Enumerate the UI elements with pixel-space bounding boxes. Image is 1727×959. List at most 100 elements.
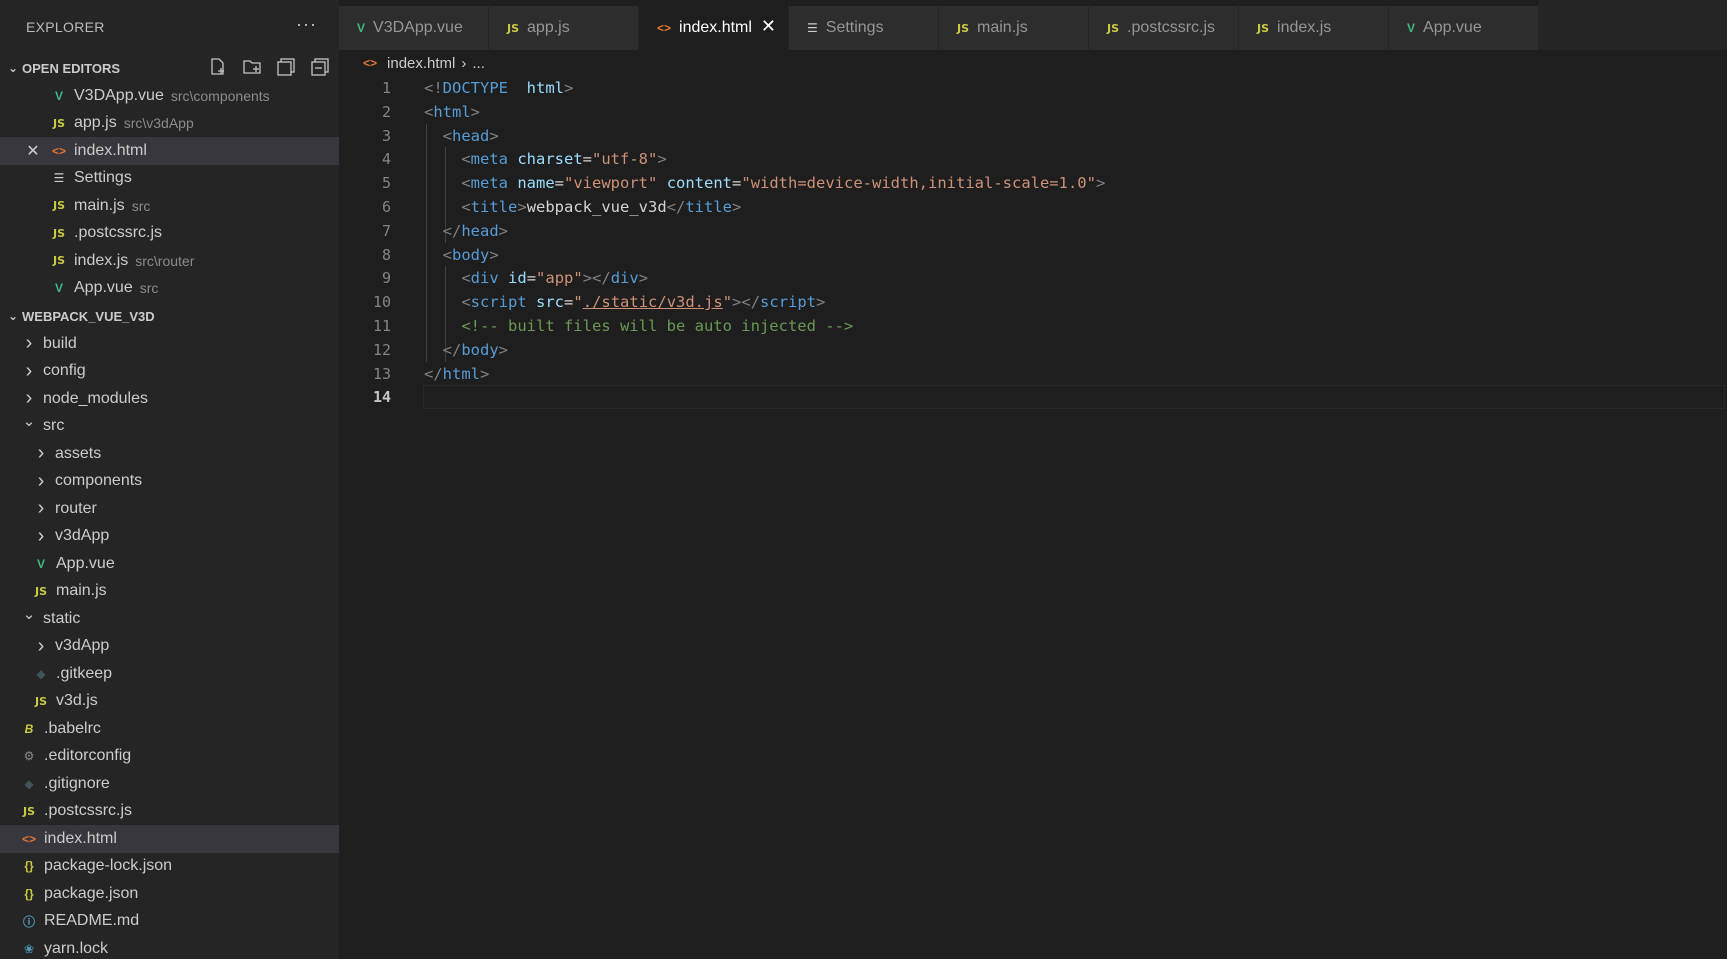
code-line[interactable]: 12 </body> [339, 338, 1727, 362]
code-line[interactable]: 6 <title>webpack_vue_v3d</title> [339, 195, 1727, 219]
tab-app-vue[interactable]: V App.vue [1389, 0, 1539, 50]
code-line[interactable]: 10 <script src="./static/v3d.js"></scrip… [339, 290, 1727, 314]
vue-icon: V [1407, 21, 1416, 35]
chevron-down-icon: ⌄ [8, 61, 19, 75]
tab-settings[interactable]: ☰ Settings [789, 0, 939, 50]
breadcrumb: <> index.html › ... [339, 50, 1727, 76]
tree-file[interactable]: ⚙ .editorconfig [0, 743, 339, 771]
open-editor-path: src\router [135, 252, 195, 269]
tree-item-label: .postcssrc.js [44, 802, 133, 820]
chevron-down-icon: ⌄ [22, 413, 36, 431]
tree-file[interactable]: ❀ yarn.lock [0, 935, 339, 959]
tree-file[interactable]: JS .postcssrc.js [0, 798, 339, 826]
explorer-title: EXPLORER [26, 19, 105, 35]
project-header[interactable]: ⌄ WEBPACK_VUE_V3D [0, 302, 339, 330]
line-number: 13 [372, 364, 391, 383]
tree-item-label: main.js [56, 582, 107, 600]
breadcrumb-rest[interactable]: ... [472, 55, 485, 72]
js-icon: JS [52, 226, 65, 240]
tree-folder[interactable]: › components [0, 468, 339, 496]
code-editor[interactable]: 1 <!DOCTYPE html> 2 <html> 3 <head> 4 <meta c… [339, 76, 1727, 959]
open-editor-item[interactable]: JS main.js src [0, 192, 339, 220]
chevron-right-icon: › [37, 442, 45, 465]
open-editor-item[interactable]: JS .postcssrc.js [0, 220, 339, 248]
open-editor-item[interactable]: JS app.js src\v3dApp [0, 110, 339, 138]
project-title: WEBPACK_VUE_V3D [22, 308, 155, 324]
tab-v3dapp-vue[interactable]: V V3DApp.vue [339, 0, 489, 50]
tree-item-label: config [43, 362, 86, 380]
tab-label: V3DApp.vue [373, 19, 463, 36]
code-text: <meta charset="utf-8"> [461, 150, 667, 169]
tab-index-js[interactable]: JS index.js [1239, 0, 1389, 50]
code-line[interactable]: 14 [339, 385, 1727, 410]
tree-file[interactable]: ⓘ README.md [0, 908, 339, 936]
tab-label: index.html [679, 19, 752, 36]
tree-item-label: .gitignore [44, 774, 110, 792]
open-editor-item[interactable]: V V3DApp.vue src\components [0, 82, 339, 110]
code-line[interactable]: 11 <!-- built files will be auto injecte… [339, 314, 1727, 338]
tree-file[interactable]: JS main.js [0, 578, 339, 606]
open-editor-name: index.js [74, 251, 129, 269]
new-folder-icon[interactable] [241, 56, 263, 78]
code-line[interactable]: 9 <div id="app"></div> [339, 266, 1727, 290]
tree-folder[interactable]: ⌄ src [0, 413, 339, 441]
code-line[interactable]: 5 <meta name="viewport" content="width=d… [339, 171, 1727, 195]
chevron-down-icon: ⌄ [8, 309, 19, 323]
open-editors-header[interactable]: ⌄ OPEN EDITORS [0, 54, 339, 82]
chevron-right-icon: › [25, 359, 33, 382]
tree-file[interactable]: B .babelrc [0, 715, 339, 743]
code-line[interactable]: 8 <body> [339, 243, 1727, 267]
tab-postcssrc-js[interactable]: JS .postcssrc.js [1089, 0, 1239, 50]
line-number: 10 [372, 293, 391, 312]
tab-label: App.vue [1423, 19, 1482, 36]
tree-file[interactable]: {} package.json [0, 880, 339, 908]
js-icon: JS [34, 694, 47, 708]
code-line[interactable]: 1 <!DOCTYPE html> [339, 76, 1727, 100]
code-line[interactable]: 3 <head> [339, 124, 1727, 148]
tree-item-label: App.vue [56, 554, 115, 572]
tab-app-js[interactable]: JS app.js [489, 0, 639, 50]
tree-file[interactable]: <> index.html [0, 825, 339, 853]
git-icon: ◆ [36, 666, 46, 681]
tree-item-label: yarn.lock [44, 939, 109, 957]
tree-folder[interactable]: › config [0, 358, 339, 386]
close-icon[interactable]: ✕ [761, 16, 776, 37]
tree-folder[interactable]: › node_modules [0, 385, 339, 413]
tree-file[interactable]: ◆ .gitignore [0, 770, 339, 798]
tree-file[interactable]: ◆ .gitkeep [0, 660, 339, 688]
more-actions-icon[interactable]: ··· [296, 14, 317, 35]
save-all-icon[interactable] [275, 56, 297, 78]
open-editor-path: src [131, 197, 151, 214]
code-line[interactable]: 2 <html> [339, 100, 1727, 124]
open-editor-item[interactable]: ✕ <> index.html [0, 137, 339, 165]
close-icon[interactable]: ✕ [24, 141, 42, 161]
tree-folder[interactable]: › assets [0, 440, 339, 468]
code-line[interactable]: 4 <meta charset="utf-8"> [339, 147, 1727, 171]
tree-file[interactable]: JS v3d.js [0, 688, 339, 716]
open-editors-list: V V3DApp.vue src\components JS app.js src\v3d… [0, 82, 339, 302]
tab-main-js[interactable]: JS main.js [939, 0, 1089, 50]
collapse-all-icon[interactable] [309, 56, 331, 78]
code-line[interactable]: 7 </head> [339, 219, 1727, 243]
vue-icon: V [36, 556, 45, 571]
code-line[interactable]: 13 </html> [339, 362, 1727, 386]
open-editor-item[interactable]: ☰ Settings [0, 165, 339, 193]
tree-folder[interactable]: ⌄ static [0, 605, 339, 633]
tab-index-html[interactable]: <> index.html ✕ [639, 0, 789, 50]
babel-icon: B [24, 721, 34, 736]
open-editor-item[interactable]: JS index.js src\router [0, 247, 339, 275]
tree-file[interactable]: {} package-lock.json [0, 853, 339, 881]
tree-folder[interactable]: › v3dApp [0, 523, 339, 551]
tree-file[interactable]: V App.vue [0, 550, 339, 578]
new-file-icon[interactable] [207, 56, 229, 78]
open-editor-path: src\components [170, 87, 270, 104]
breadcrumb-file[interactable]: index.html [387, 55, 455, 72]
html-icon: <> [657, 21, 672, 35]
open-editor-item[interactable]: V App.vue src [0, 275, 339, 303]
tree-folder[interactable]: › router [0, 495, 339, 523]
tree-item-label: package-lock.json [44, 857, 173, 875]
tree-folder[interactable]: › build [0, 330, 339, 358]
open-editor-name: app.js [74, 114, 117, 132]
html-icon: <> [21, 831, 36, 846]
tree-folder[interactable]: › v3dApp [0, 633, 339, 661]
